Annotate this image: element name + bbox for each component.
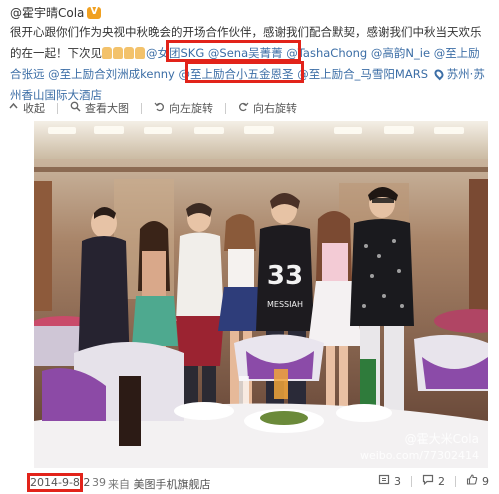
shirt-number: 33 xyxy=(267,261,303,291)
post-view-count: 39 xyxy=(92,476,106,489)
post-date[interactable]: 2014-9-8 2 xyxy=(30,476,90,489)
mention-link[interactable]: @高韵N_ie xyxy=(371,46,430,60)
action-divider xyxy=(411,475,412,487)
post-source: 来自 美图手机旗舰店 xyxy=(108,476,211,492)
post-text-segment: 很开心跟你们作为央视中秋晚会的开场合作伙伴，感谢我们配合默契，感谢我们中秋当天欢… xyxy=(10,25,482,39)
rotate-right-button[interactable]: 向右旋转 xyxy=(238,100,297,116)
weibo-post: @霍宇晴Cola 很开心跟你们作为央视中秋晚会的开场合作伙伴，感谢我们配合默契，… xyxy=(0,0,499,494)
comment-button[interactable]: 2 xyxy=(422,474,456,488)
view-large-button[interactable]: 查看大图 xyxy=(70,100,129,116)
post-text-segment: 的在一起！下次见 xyxy=(10,46,102,60)
group-photo-illustration: 33 MESSIAH @霍大米Cola weibo.com/77302414 xyxy=(34,121,488,468)
mention-link[interactable]: @至上励合刘洲成kenny xyxy=(48,67,175,81)
like-count: 9 xyxy=(482,474,489,488)
rotate-left-label: 向左旋转 xyxy=(169,102,213,115)
image-toolbar: 收起 查看大图 向左旋转 向右旋转 xyxy=(8,98,309,118)
repost-count: 3 xyxy=(394,474,401,488)
zoom-icon xyxy=(70,101,81,115)
mention-link[interactable]: 合张远 xyxy=(10,67,45,81)
toolbar-divider xyxy=(225,102,226,114)
action-divider xyxy=(455,475,456,487)
collapse-up-icon xyxy=(8,101,19,115)
like-button[interactable]: 9 xyxy=(466,474,489,488)
post-text-segment xyxy=(428,67,432,81)
highlight-box-xiaowu xyxy=(185,61,304,83)
thumbs-up-emoji-icon xyxy=(102,43,146,64)
post-footer: 2014-9-8 2 39 来自 美图手机旗舰店 3 2 9 xyxy=(0,470,499,494)
thumbs-up-icon xyxy=(466,474,478,488)
author-name[interactable]: @霍宇晴Cola xyxy=(10,4,84,21)
rotate-left-icon xyxy=(154,101,165,115)
mention-link[interactable]: @至上励 xyxy=(434,46,480,60)
collapse-button[interactable]: 收起 xyxy=(8,100,45,116)
watermark-name: @霍大米Cola xyxy=(405,432,479,446)
repost-button[interactable]: 3 xyxy=(378,474,412,488)
post-author[interactable]: @霍宇晴Cola xyxy=(10,4,102,21)
watermark-url: weibo.com/77302414 xyxy=(360,449,479,462)
location-pin-icon xyxy=(432,67,446,81)
view-large-label: 查看大图 xyxy=(85,102,129,115)
collapse-label: 收起 xyxy=(23,102,45,115)
source-name[interactable]: 美图手机旗舰店 xyxy=(134,478,211,491)
highlight-box-skg xyxy=(166,40,301,62)
shirt-text: MESSIAH xyxy=(267,300,303,309)
mention-link[interactable]: 苏州·苏 xyxy=(447,67,485,81)
post-photo[interactable]: 33 MESSIAH @霍大米Cola weibo.com/77302414 xyxy=(34,121,488,468)
toolbar-divider xyxy=(57,102,58,114)
rotate-right-icon xyxy=(238,101,249,115)
rotate-right-label: 向右旋转 xyxy=(253,102,297,115)
comment-count: 2 xyxy=(438,474,445,488)
rotate-left-button[interactable]: 向左旋转 xyxy=(154,100,213,116)
repost-icon xyxy=(378,474,390,488)
comment-icon xyxy=(422,474,434,488)
post-actions: 3 2 9 xyxy=(368,474,489,488)
mention-link[interactable]: @至上励合_马雪阳MARS xyxy=(297,67,428,81)
verified-badge-icon xyxy=(87,6,102,19)
toolbar-divider xyxy=(141,102,142,114)
source-prefix: 来自 xyxy=(108,478,130,491)
